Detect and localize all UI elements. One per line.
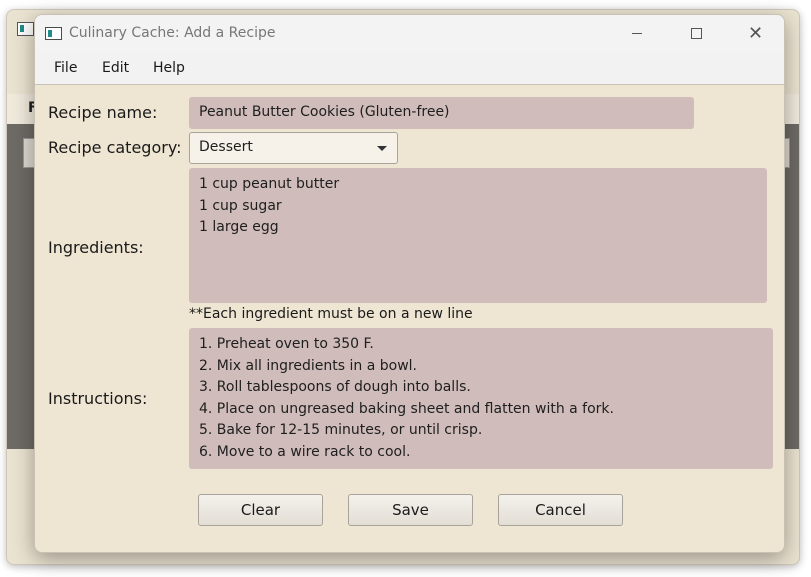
menu-file[interactable]: File — [54, 60, 77, 76]
instruction-line: 1. Preheat oven to 350 F. — [199, 336, 374, 352]
ingredients-note: **Each ingredient must be on a new line — [189, 306, 473, 322]
ingredient-line: 1 cup sugar — [199, 197, 282, 214]
window-title: Culinary Cache: Add a Recipe — [69, 25, 276, 41]
ingredients-label: Ingredients: — [48, 238, 144, 257]
ingredient-line: 1 cup peanut butter — [199, 176, 340, 192]
menu-help[interactable]: Help — [153, 60, 185, 76]
chevron-down-icon — [377, 146, 387, 151]
add-recipe-dialog: Culinary Cache: Add a Recipe ✕ File Edit… — [34, 14, 785, 553]
instructions-label: Instructions: — [48, 389, 148, 408]
recipe-category-value: Dessert — [199, 139, 253, 155]
app-icon — [45, 27, 62, 40]
background-app-icon — [17, 22, 34, 36]
maximize-button[interactable] — [666, 15, 724, 53]
close-button[interactable]: ✕ — [725, 15, 783, 53]
maximize-icon — [691, 28, 702, 39]
menu-edit[interactable]: Edit — [102, 60, 129, 76]
recipe-category-label: Recipe category: — [48, 138, 182, 157]
minimize-button[interactable] — [607, 15, 665, 53]
recipe-category-select[interactable]: Dessert — [189, 132, 398, 164]
title-bar[interactable]: Culinary Cache: Add a Recipe ✕ — [35, 15, 784, 53]
instructions-textarea[interactable]: 1. Preheat oven to 350 F. 2. Mix all ing… — [189, 328, 773, 469]
clear-button[interactable]: Clear — [198, 494, 323, 526]
minimize-icon — [632, 33, 642, 34]
instruction-line: 6. Move to a wire rack to cool. — [199, 443, 411, 460]
instruction-line: 5. Bake for 12-15 minutes, or until cris… — [199, 422, 483, 438]
save-button[interactable]: Save — [348, 494, 473, 526]
instruction-line: 2. Mix all ingredients in a bowl. — [199, 357, 418, 374]
instruction-line: 4. Place on ungreased baking sheet and f… — [199, 400, 614, 417]
close-icon: ✕ — [748, 23, 764, 44]
menu-bar: File Edit Help — [35, 53, 784, 85]
ingredients-textarea[interactable]: 1 cup peanut butter 1 cup sugar 1 large … — [189, 168, 767, 303]
recipe-name-input[interactable]: Peanut Butter Cookies (Gluten-free) — [189, 97, 694, 129]
cancel-button[interactable]: Cancel — [498, 494, 623, 526]
recipe-name-label: Recipe name: — [48, 103, 158, 122]
instruction-line: 3. Roll tablespoons of dough into balls. — [199, 379, 471, 395]
ingredient-line: 1 large egg — [199, 219, 279, 235]
